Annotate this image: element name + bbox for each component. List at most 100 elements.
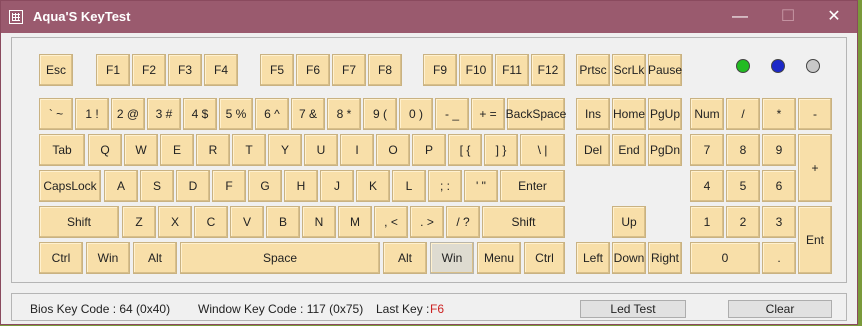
key-m[interactable]: M	[338, 206, 372, 238]
key-numpad-divide[interactable]: /	[726, 98, 760, 130]
key-numpad-multiply[interactable]: *	[762, 98, 796, 130]
key-backtick[interactable]: ` ~	[39, 98, 73, 130]
key-menu[interactable]: Menu	[477, 242, 521, 274]
key-space[interactable]: Space	[180, 242, 380, 274]
key-h[interactable]: H	[284, 170, 318, 202]
key-numpad-decimal[interactable]: .	[762, 242, 796, 274]
key-numpad-8[interactable]: 8	[726, 134, 760, 166]
key-f8[interactable]: F8	[368, 54, 402, 86]
key-numpad-9[interactable]: 9	[762, 134, 796, 166]
maximize-icon[interactable]: ☐	[765, 1, 811, 33]
key-f1[interactable]: F1	[96, 54, 130, 86]
key-i[interactable]: I	[340, 134, 374, 166]
key-f9[interactable]: F9	[423, 54, 457, 86]
key-0[interactable]: 0 )	[399, 98, 433, 130]
key-right-win[interactable]: Win	[430, 242, 474, 274]
key-pause[interactable]: Pause	[648, 54, 682, 86]
key-f12[interactable]: F12	[531, 54, 565, 86]
key-numpad-add[interactable]: +	[798, 134, 832, 202]
key-backspace[interactable]: BackSpace	[506, 98, 566, 130]
key-scrlk[interactable]: ScrLk	[612, 54, 646, 86]
key-r[interactable]: R	[196, 134, 230, 166]
key-y[interactable]: Y	[268, 134, 302, 166]
key-left-bracket[interactable]: [ {	[448, 134, 482, 166]
key-minus[interactable]: - _	[435, 98, 469, 130]
key-comma[interactable]: , <	[374, 206, 408, 238]
key-numpad-4[interactable]: 4	[690, 170, 724, 202]
key-k[interactable]: K	[356, 170, 390, 202]
key-l[interactable]: L	[392, 170, 426, 202]
key-pgup[interactable]: PgUp	[648, 98, 682, 130]
key-numpad-enter[interactable]: Ent	[798, 206, 832, 274]
key-numpad-2[interactable]: 2	[726, 206, 760, 238]
clear-button[interactable]: Clear	[728, 300, 832, 318]
key-del[interactable]: Del	[576, 134, 610, 166]
key-numpad-7[interactable]: 7	[690, 134, 724, 166]
key-enter[interactable]: Enter	[500, 170, 565, 202]
key-g[interactable]: G	[248, 170, 282, 202]
title-bar[interactable]: Aqua'S KeyTest — ☐ ✕	[1, 1, 857, 33]
key-numpad-0[interactable]: 0	[690, 242, 760, 274]
key-f7[interactable]: F7	[332, 54, 366, 86]
key-numpad-1[interactable]: 1	[690, 206, 724, 238]
key-right-alt[interactable]: Alt	[383, 242, 427, 274]
key-x[interactable]: X	[158, 206, 192, 238]
key-z[interactable]: Z	[122, 206, 156, 238]
key-o[interactable]: O	[376, 134, 410, 166]
led-test-button[interactable]: Led Test	[580, 300, 686, 318]
key-5[interactable]: 5 %	[219, 98, 253, 130]
key-left-ctrl[interactable]: Ctrl	[39, 242, 83, 274]
key-f6[interactable]: F6	[296, 54, 330, 86]
key-quote[interactable]: ' "	[464, 170, 498, 202]
key-s[interactable]: S	[140, 170, 174, 202]
key-t[interactable]: T	[232, 134, 266, 166]
key-slash[interactable]: / ?	[446, 206, 480, 238]
key-n[interactable]: N	[302, 206, 336, 238]
key-left-arrow[interactable]: Left	[576, 242, 610, 274]
key-tab[interactable]: Tab	[39, 134, 85, 166]
key-right-ctrl[interactable]: Ctrl	[524, 242, 565, 274]
key-capslock[interactable]: CapsLock	[39, 170, 101, 202]
key-left-shift[interactable]: Shift	[39, 206, 119, 238]
key-a[interactable]: A	[104, 170, 138, 202]
key-p[interactable]: P	[412, 134, 446, 166]
key-8[interactable]: 8 *	[327, 98, 361, 130]
key-ins[interactable]: Ins	[576, 98, 610, 130]
key-f11[interactable]: F11	[495, 54, 529, 86]
key-right-shift[interactable]: Shift	[482, 206, 565, 238]
key-v[interactable]: V	[230, 206, 264, 238]
key-f2[interactable]: F2	[132, 54, 166, 86]
key-2[interactable]: 2 @	[111, 98, 145, 130]
key-f[interactable]: F	[212, 170, 246, 202]
key-down-arrow[interactable]: Down	[612, 242, 646, 274]
key-c[interactable]: C	[194, 206, 228, 238]
close-icon[interactable]: ✕	[811, 1, 857, 33]
key-end[interactable]: End	[612, 134, 646, 166]
key-f3[interactable]: F3	[168, 54, 202, 86]
key-j[interactable]: J	[320, 170, 354, 202]
key-semicolon[interactable]: ; :	[428, 170, 462, 202]
key-backslash[interactable]: \ |	[520, 134, 565, 166]
key-equal[interactable]: + =	[471, 98, 505, 130]
key-4[interactable]: 4 $	[183, 98, 217, 130]
key-left-alt[interactable]: Alt	[133, 242, 177, 274]
key-numpad-5[interactable]: 5	[726, 170, 760, 202]
key-right-arrow[interactable]: Right	[648, 242, 682, 274]
key-pgdn[interactable]: PgDn	[648, 134, 682, 166]
key-q[interactable]: Q	[88, 134, 122, 166]
key-numpad-3[interactable]: 3	[762, 206, 796, 238]
key-7[interactable]: 7 &	[291, 98, 325, 130]
minimize-icon[interactable]: —	[717, 1, 763, 33]
key-d[interactable]: D	[176, 170, 210, 202]
key-numlock[interactable]: Num	[690, 98, 724, 130]
key-f10[interactable]: F10	[459, 54, 493, 86]
key-prtsc[interactable]: Prtsc	[576, 54, 610, 86]
key-numpad-6[interactable]: 6	[762, 170, 796, 202]
key-f5[interactable]: F5	[260, 54, 294, 86]
key-esc[interactable]: Esc	[39, 54, 73, 86]
key-b[interactable]: B	[266, 206, 300, 238]
key-f4[interactable]: F4	[204, 54, 238, 86]
key-9[interactable]: 9 (	[363, 98, 397, 130]
key-home[interactable]: Home	[612, 98, 646, 130]
key-numpad-subtract[interactable]: -	[798, 98, 832, 130]
